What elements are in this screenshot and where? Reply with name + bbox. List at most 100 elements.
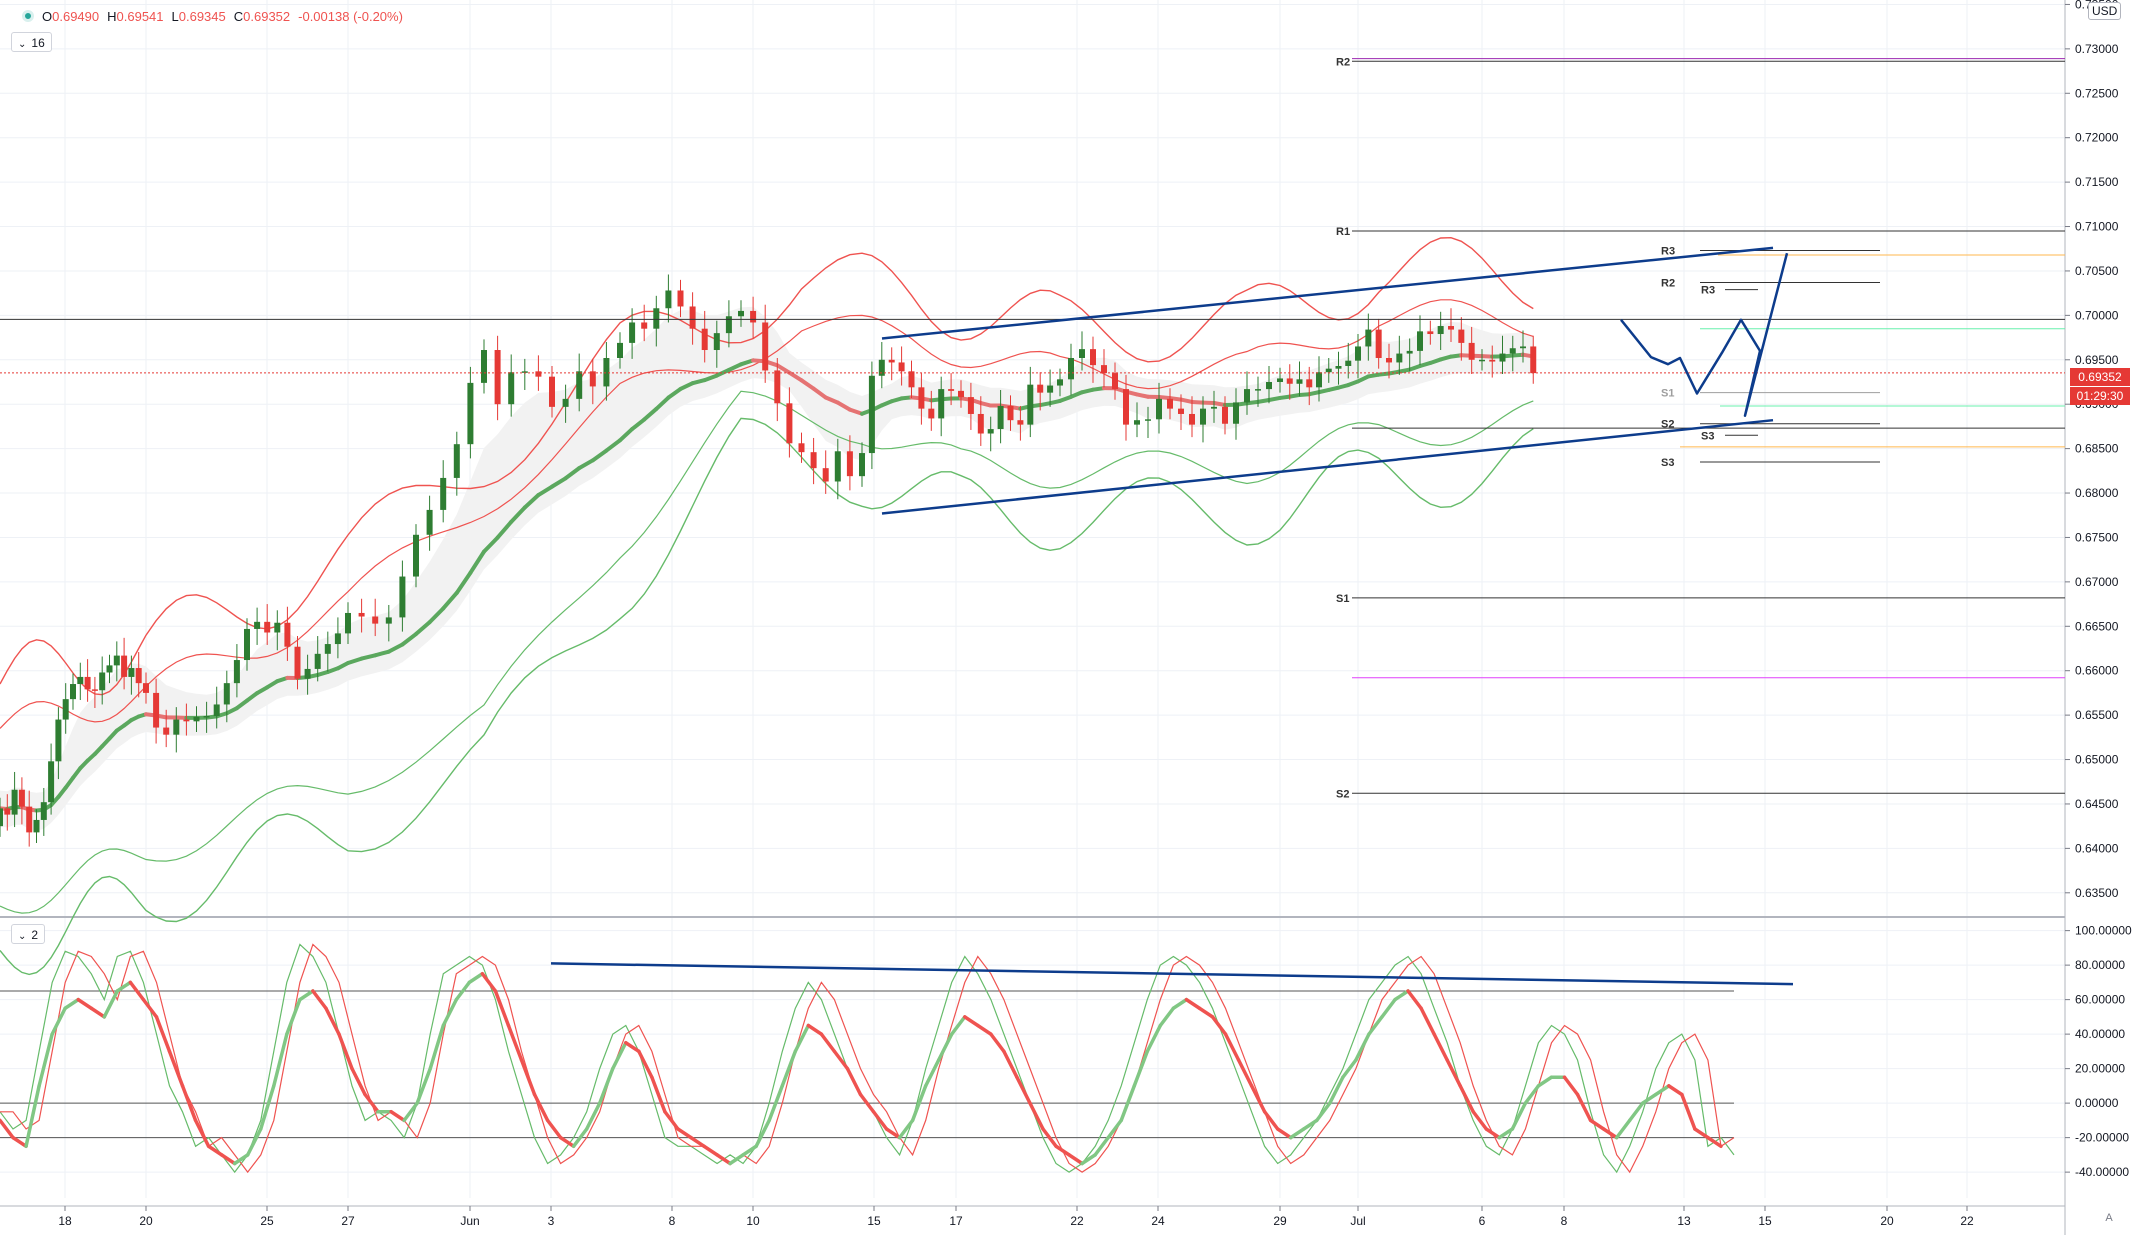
candle-down	[977, 413, 984, 434]
candle-up	[1437, 326, 1444, 335]
candle-up	[62, 699, 69, 720]
osc-tick-label: -20.00000	[2075, 1131, 2129, 1145]
candles	[0, 274, 1537, 847]
osc-signal-segment	[741, 1144, 758, 1157]
currency-button[interactable]: USD	[2088, 2, 2122, 20]
osc-signal-segment	[1171, 997, 1189, 1010]
candle-up	[1068, 358, 1074, 380]
osc-signal-segment	[324, 1006, 341, 1036]
candle-up	[562, 398, 569, 407]
pivot-label: S1	[1661, 388, 1674, 400]
time-tick-label: 6	[1479, 1214, 1486, 1228]
grid-lines	[0, 0, 2065, 1198]
osc-signal-segment	[402, 1101, 419, 1123]
osc-signal-segment	[50, 1006, 67, 1036]
candle-up	[1057, 379, 1063, 386]
candle-down	[589, 371, 596, 387]
candle-down	[798, 443, 805, 453]
candle-down	[163, 727, 170, 735]
time-tick-label: 17	[949, 1214, 963, 1228]
osc-tick-label: 20.00000	[2075, 1062, 2125, 1076]
price-tick-label: 0.69500	[2075, 353, 2119, 367]
time-tick-label: Jun	[460, 1214, 479, 1228]
osc-signal-segment	[558, 1135, 576, 1148]
osc-signal-segment	[1106, 1118, 1123, 1140]
candle-up	[653, 308, 660, 329]
candle-up	[1211, 406, 1217, 409]
candle-down	[1112, 373, 1118, 390]
osc-signal-segment	[1249, 1084, 1267, 1114]
osc-signal-segment	[1367, 1015, 1384, 1036]
low-value: 0.69345	[178, 9, 226, 24]
open-value: 0.69490	[52, 9, 100, 24]
candle-down	[4, 808, 11, 815]
candle-down	[1448, 326, 1454, 330]
candle-up	[665, 290, 672, 309]
osc-signal-segment	[845, 1066, 863, 1097]
candle-down	[1123, 389, 1129, 425]
candle-down	[494, 350, 501, 405]
candle-up	[1145, 419, 1151, 421]
oscillator-toggle[interactable]: ⌄ 2	[11, 924, 46, 944]
osc-signal-segment	[245, 1127, 263, 1157]
candle-up	[603, 358, 610, 387]
chart-canvas[interactable]: 0.735000.730000.725000.720000.715000.710…	[0, 0, 2145, 1235]
candle-down	[958, 390, 964, 398]
auto-scale-button[interactable]: A	[2100, 1209, 2118, 1227]
osc-signal-segment	[1575, 1092, 1593, 1123]
time-tick-label: 25	[260, 1214, 274, 1228]
candle-up	[1355, 346, 1361, 361]
candle-up	[304, 668, 311, 679]
price-tick-label: 0.70000	[2075, 308, 2119, 322]
candle-down	[928, 408, 935, 419]
candle-down	[1101, 365, 1107, 374]
osc-signal-segment	[1380, 997, 1397, 1019]
price-tick-label: 0.66000	[2075, 664, 2119, 678]
candle-down	[774, 370, 781, 404]
candle-down	[1167, 398, 1173, 409]
price-tick-label: 0.65000	[2075, 753, 2119, 767]
time-tick-label: 20	[139, 1214, 153, 1228]
candle-down	[689, 306, 696, 329]
candle-up	[173, 719, 180, 735]
osc-signal-segment	[285, 997, 302, 1036]
candle-up	[987, 429, 994, 434]
candle-up	[48, 761, 55, 803]
time-tick-label: 15	[867, 1214, 881, 1228]
candle-up	[1296, 379, 1303, 384]
time-tick-label: 24	[1151, 1214, 1165, 1228]
osc-signal-segment	[1028, 1101, 1045, 1131]
candle-down	[762, 322, 769, 371]
change-value: -0.00138 (-0.20%)	[298, 9, 403, 24]
osc-signal-segment	[1210, 1015, 1228, 1036]
price-tick-label: 0.68000	[2075, 486, 2119, 500]
candle-up	[254, 621, 261, 629]
candle-up	[106, 665, 113, 673]
candle-up	[1325, 368, 1332, 373]
candle-down	[822, 468, 829, 482]
candle-up	[1200, 408, 1206, 425]
candle-up	[399, 576, 406, 618]
osc-signal-segment	[1601, 1127, 1619, 1140]
osc-signal-segment	[1302, 1118, 1319, 1131]
main-indicator-toggle[interactable]: ⌄ 16	[11, 32, 52, 52]
price-tick-label: 0.67000	[2075, 575, 2119, 589]
candle-down	[143, 683, 149, 693]
osc-signal-segment	[1419, 1006, 1436, 1036]
price-tick-label: 0.66500	[2075, 619, 2119, 633]
candle-up	[1396, 353, 1403, 363]
candle-up	[385, 617, 392, 624]
osc-signal-segment	[963, 1015, 980, 1028]
candle-up	[128, 668, 135, 677]
candle-down	[701, 328, 708, 351]
candle-up	[617, 342, 623, 359]
candle-up	[70, 684, 76, 700]
candle-up	[1479, 359, 1485, 362]
pivot-label: R2	[1661, 277, 1675, 289]
osc-tick-label: 0.00000	[2075, 1096, 2119, 1110]
osc-signal-segment	[298, 989, 315, 1002]
pivot-label: S3	[1661, 457, 1674, 469]
candle-up	[1156, 398, 1162, 420]
candle-up	[203, 716, 210, 718]
candle-up	[725, 316, 732, 334]
